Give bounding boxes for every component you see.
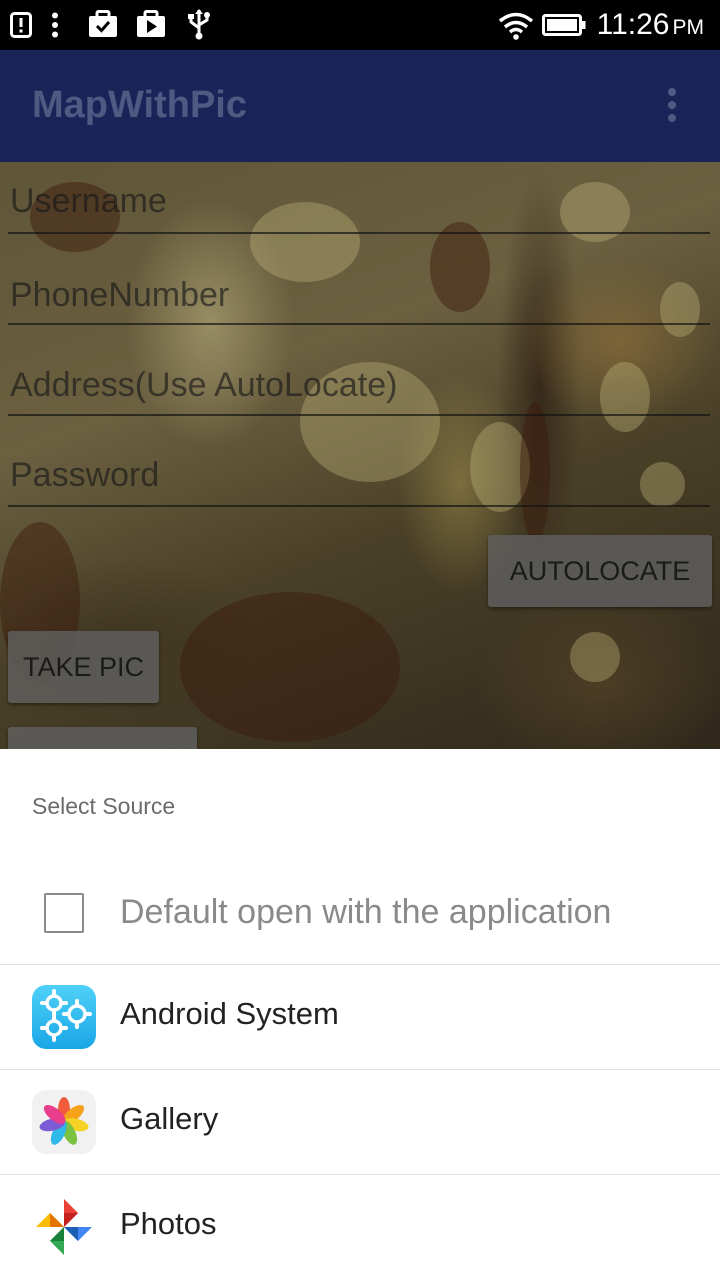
address-field[interactable]: Address(Use AutoLocate) <box>8 342 710 416</box>
username-hint: Username <box>10 182 167 220</box>
app-bar: MapWithPic <box>0 50 720 162</box>
more-vert-icon <box>52 12 58 38</box>
status-bar: 11:26 PM <box>0 0 720 50</box>
sheet-title: Select Source <box>32 793 176 819</box>
briefcase-check-icon <box>89 10 117 37</box>
google-photos-pinwheel-icon <box>32 1195 96 1259</box>
password-field[interactable]: Password <box>8 432 710 507</box>
phone-hint: PhoneNumber <box>10 276 230 314</box>
username-field[interactable]: Username <box>8 162 710 234</box>
password-hint: Password <box>10 456 160 494</box>
app-label-photos: Photos <box>120 1206 217 1241</box>
form-background: Username PhoneNumber Address(Use AutoLoc… <box>0 162 720 749</box>
autolocate-button[interactable]: AUTOLOCATE <box>488 535 712 607</box>
play-store-icon <box>137 10 165 37</box>
overflow-menu-icon[interactable] <box>664 88 680 124</box>
phone-field[interactable]: PhoneNumber <box>8 252 710 325</box>
app-label-android-system: Android System <box>120 996 339 1031</box>
chooser-sheet: Select Source Default open with the appl… <box>0 749 720 1280</box>
take-pic-button[interactable]: TAKE PIC <box>8 631 159 703</box>
app-row-photos[interactable]: Photos <box>0 1175 720 1280</box>
battery-icon <box>542 14 586 36</box>
default-label: Default open with the application <box>120 893 612 931</box>
app-label-gallery: Gallery <box>120 1101 219 1136</box>
usb-icon <box>188 9 210 40</box>
clock-ampm: PM <box>672 16 705 39</box>
default-checkbox[interactable] <box>44 893 84 933</box>
app-row-android-system[interactable]: Android System <box>0 965 720 1070</box>
app-row-gallery[interactable]: Gallery <box>0 1070 720 1175</box>
default-open-row[interactable]: Default open with the application <box>0 857 720 965</box>
gallery-flower-icon <box>32 1090 96 1154</box>
android-system-gears-icon <box>32 985 96 1049</box>
next-button-partial[interactable] <box>8 727 197 749</box>
wifi-icon <box>498 12 534 40</box>
clock: 11:26 PM <box>597 8 704 42</box>
screen: 11:26 PM MapWithPic Username PhoneNumber … <box>0 0 720 1280</box>
address-hint: Address(Use AutoLocate) <box>10 366 398 404</box>
clock-time: 11:26 <box>596 8 670 41</box>
alert-icon <box>10 12 32 38</box>
app-title: MapWithPic <box>32 84 247 126</box>
